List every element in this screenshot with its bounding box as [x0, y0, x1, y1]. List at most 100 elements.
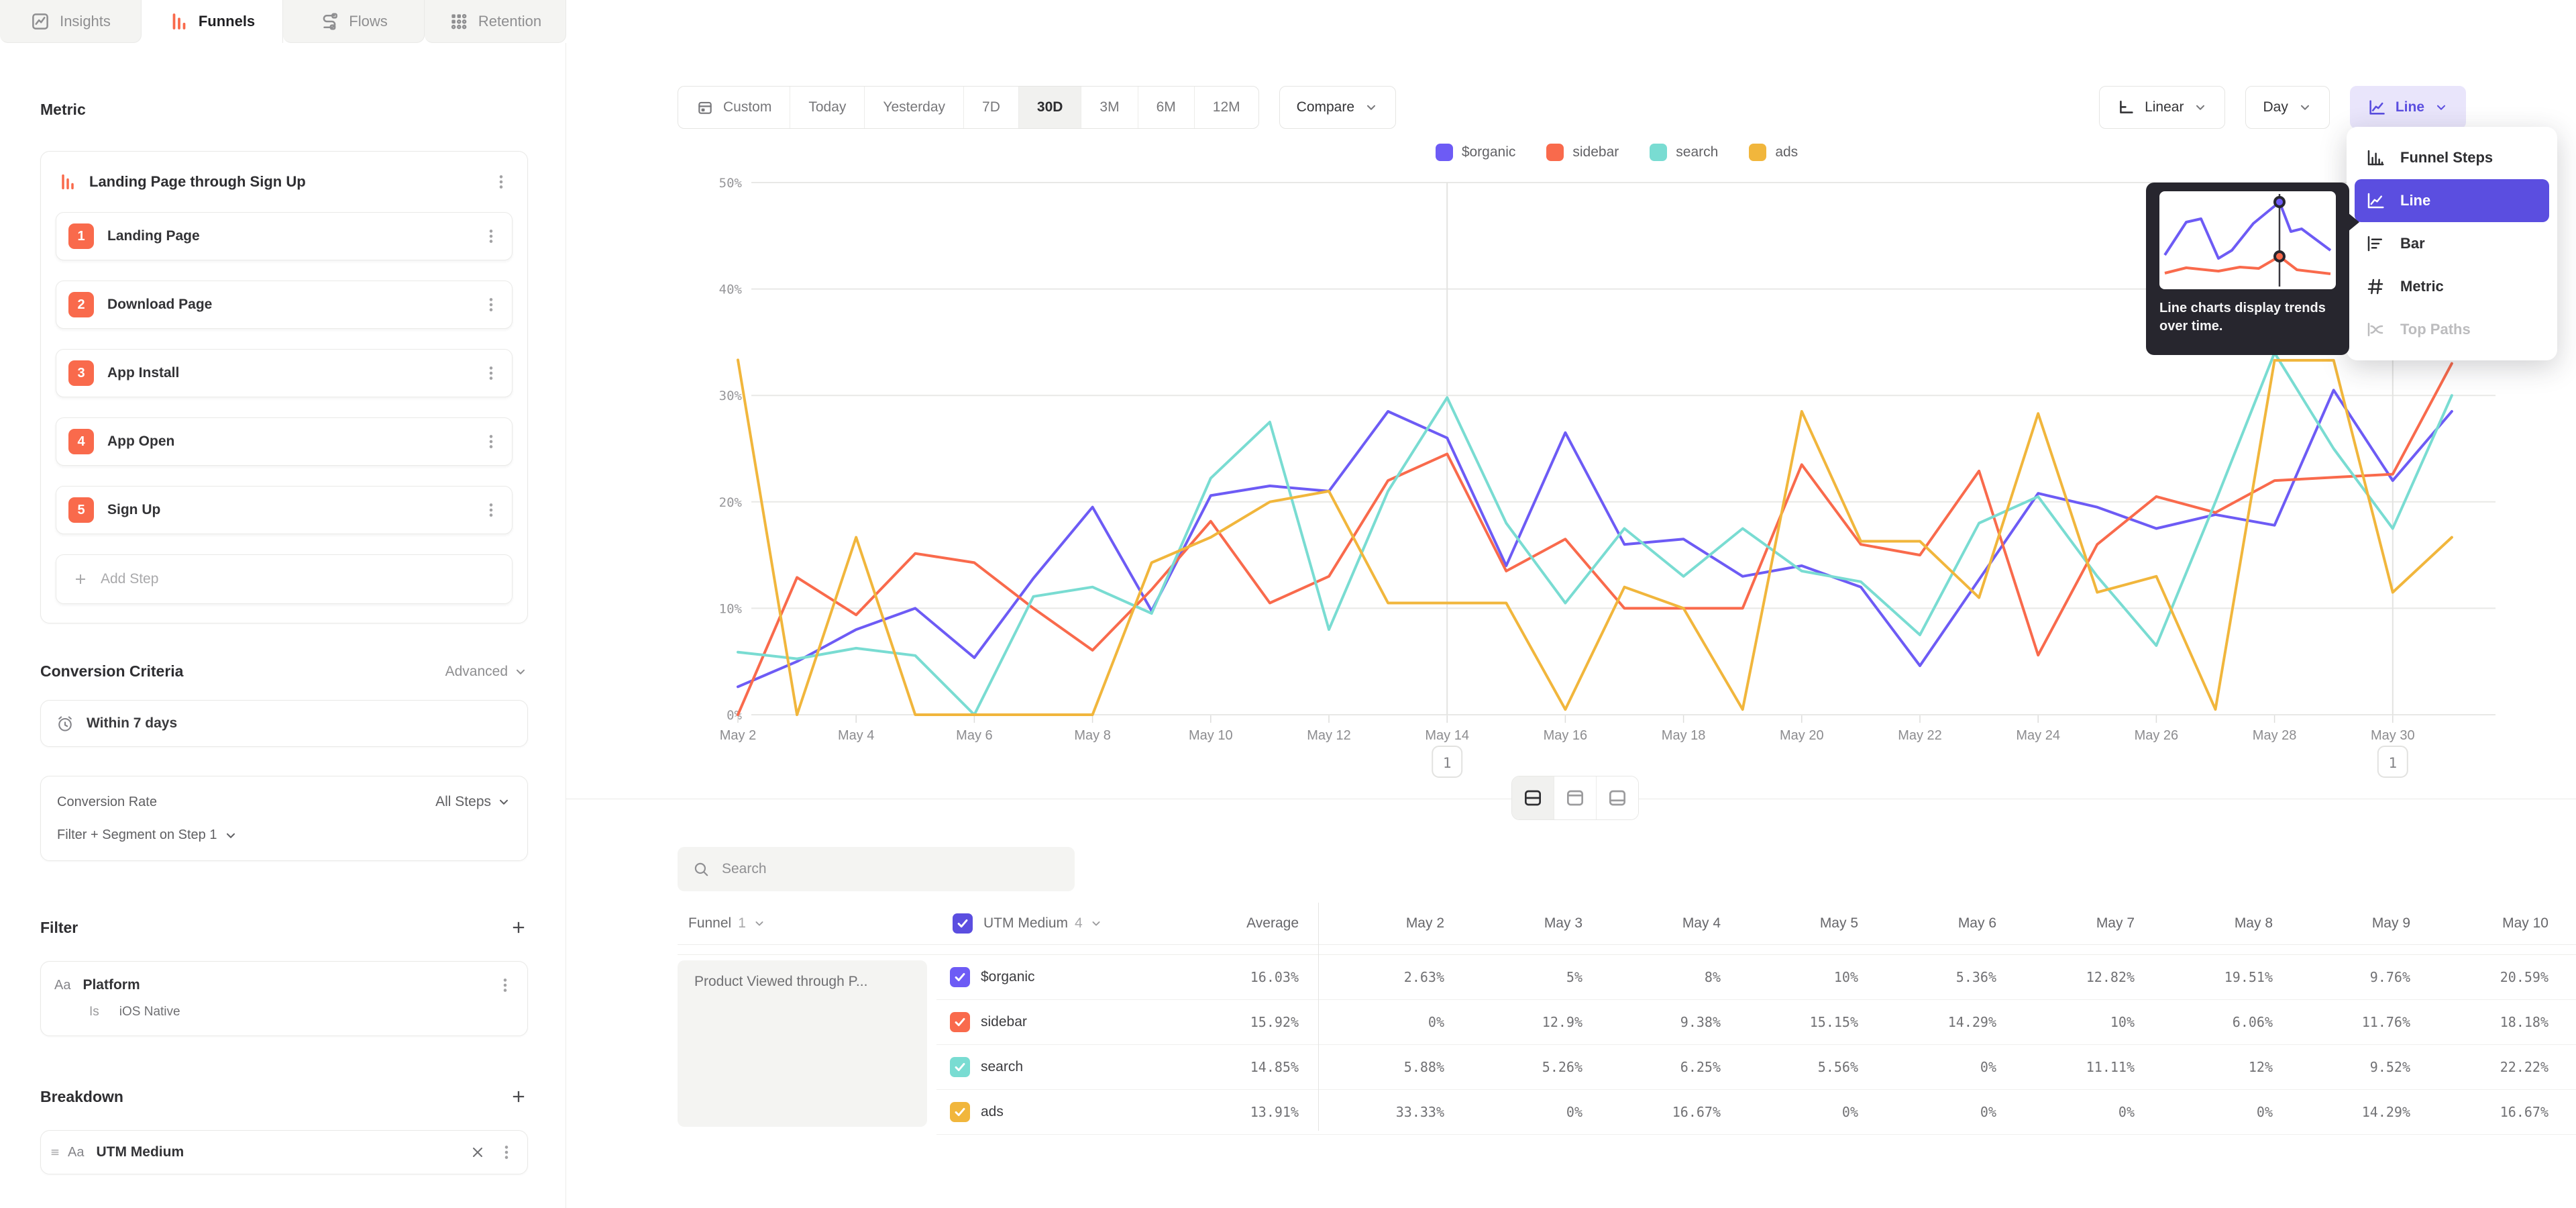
annotation-badge[interactable]: 1: [2378, 746, 2408, 777]
date-column-header[interactable]: May 9: [2283, 903, 2410, 944]
filter-property-name[interactable]: Platform: [83, 977, 496, 993]
date-header-label: May 3: [1544, 915, 1582, 932]
annotation-badge[interactable]: 1: [1432, 746, 1462, 777]
date-column-header[interactable]: May 4: [1593, 903, 1721, 944]
date-column-header[interactable]: May 8: [2145, 903, 2273, 944]
table-row-ads[interactable]: ads13.91%33.33%0%16.67%0%0%0%0%14.29%16.…: [936, 1090, 2576, 1135]
advanced-dropdown[interactable]: Advanced: [445, 664, 528, 680]
range-custom-button[interactable]: Custom: [678, 87, 790, 128]
range-3m-button[interactable]: 3M: [1081, 87, 1138, 128]
kebab-icon[interactable]: [482, 364, 500, 382]
svg-text:May 4: May 4: [838, 728, 874, 743]
select-all-checkbox[interactable]: [953, 913, 973, 934]
date-column-header[interactable]: May 3: [1455, 903, 1582, 944]
kebab-icon[interactable]: [498, 1144, 515, 1161]
row-checkbox[interactable]: [950, 1012, 970, 1032]
conversion-window-label: Within 7 days: [87, 715, 177, 732]
date-column-header[interactable]: May 2: [1317, 903, 1444, 944]
legend-item-ads[interactable]: ads: [1749, 144, 1798, 161]
date-column-header[interactable]: May 5: [1731, 903, 1858, 944]
funnel-step-3[interactable]: 3App Install: [56, 349, 513, 397]
step-number-badge: 3: [68, 360, 94, 386]
funnel-steps-icon: [2365, 148, 2385, 168]
legend-item-search[interactable]: search: [1650, 144, 1718, 161]
tab-flows[interactable]: Flows: [283, 0, 425, 43]
funnel-step-2[interactable]: 2Download Page: [56, 281, 513, 329]
table-row--organic[interactable]: $organic16.03%2.63%5%8%10%5.36%12.82%19.…: [936, 955, 2576, 1000]
range-6m-button[interactable]: 6M: [1138, 87, 1195, 128]
average-column-header[interactable]: Average: [1171, 903, 1299, 944]
menu-item-line[interactable]: Line: [2355, 179, 2549, 222]
svg-text:May 22: May 22: [1898, 728, 1942, 743]
table-header-row: Funnel 1 UTM Medium 4 Average May 2 May 3…: [678, 903, 2576, 945]
chart-type-dropdown-button[interactable]: Line: [2350, 86, 2466, 129]
filter-segment-dropdown[interactable]: Filter + Segment on Step 1: [57, 827, 511, 843]
tooltip-preview-chart: [2159, 191, 2336, 289]
range-yesterday-button[interactable]: Yesterday: [865, 87, 964, 128]
funnel-step-1[interactable]: 1Landing Page: [56, 212, 513, 260]
date-column-header[interactable]: May 7: [2007, 903, 2135, 944]
conversion-window-button[interactable]: Within 7 days: [40, 700, 528, 747]
legend-item--organic[interactable]: $organic: [1436, 144, 1516, 161]
text-property-icon: Aa: [68, 1145, 84, 1160]
tab-retention[interactable]: Retention: [425, 0, 566, 43]
chevron-down-icon: [2298, 100, 2312, 115]
split-view-toggle[interactable]: [1512, 776, 1554, 819]
table-search-input[interactable]: Search: [678, 847, 1075, 891]
row-checkbox[interactable]: [950, 1057, 970, 1077]
funnel-count: 1: [738, 915, 746, 932]
add-filter-button[interactable]: [509, 918, 528, 937]
funnel-column-header[interactable]: Funnel 1: [688, 903, 766, 944]
range-today-button[interactable]: Today: [790, 87, 865, 128]
menu-item-metric[interactable]: Metric: [2355, 265, 2549, 308]
funnel-step-4[interactable]: 4App Open: [56, 417, 513, 466]
legend-label: search: [1676, 144, 1718, 160]
chart-only-view-toggle[interactable]: [1554, 776, 1597, 819]
menu-item-funnel-steps[interactable]: Funnel Steps: [2355, 136, 2549, 179]
tab-insights[interactable]: Insights: [0, 0, 142, 43]
date-column-header[interactable]: May 10: [2421, 903, 2548, 944]
segment-name: ads: [981, 1090, 1004, 1134]
menu-item-bar[interactable]: Bar: [2355, 222, 2549, 265]
filter-value[interactable]: iOS Native: [119, 1005, 180, 1019]
funnel-step-5[interactable]: 5Sign Up: [56, 486, 513, 534]
range-label: Yesterday: [883, 99, 945, 115]
row-checkbox[interactable]: [950, 1102, 970, 1122]
range-label: Today: [808, 99, 846, 115]
scale-dropdown-button[interactable]: Linear: [2099, 86, 2225, 129]
table-only-view-toggle[interactable]: [1597, 776, 1638, 819]
drag-handle-icon[interactable]: [48, 1145, 62, 1160]
legend-item-sidebar[interactable]: sidebar: [1546, 144, 1619, 161]
kebab-icon[interactable]: [496, 976, 514, 994]
kebab-icon[interactable]: [482, 501, 500, 519]
insights-icon: [30, 11, 50, 32]
range-label: 6M: [1157, 99, 1176, 115]
svg-text:May 30: May 30: [2371, 728, 2415, 743]
kebab-icon[interactable]: [482, 433, 500, 450]
range-12m-button[interactable]: 12M: [1195, 87, 1258, 128]
breakdown-column-header[interactable]: UTM Medium 4: [953, 903, 1103, 944]
cell-value: 19.51%: [2145, 955, 2273, 999]
add-step-button[interactable]: Add Step: [56, 554, 513, 604]
table-row-search[interactable]: search14.85%5.88%5.26%6.25%5.56%0%11.11%…: [936, 1045, 2576, 1090]
all-steps-dropdown[interactable]: All Steps: [435, 794, 511, 810]
kebab-icon[interactable]: [482, 296, 500, 313]
date-column-header[interactable]: May 6: [1869, 903, 1996, 944]
add-breakdown-button[interactable]: [509, 1087, 528, 1106]
kebab-icon[interactable]: [482, 228, 500, 245]
filter-operator[interactable]: Is: [89, 1005, 99, 1019]
range-7d-button[interactable]: 7D: [964, 87, 1019, 128]
filter-segment-label: Filter + Segment on Step 1: [57, 827, 217, 843]
metric-card-header[interactable]: Landing Page through Sign Up: [56, 152, 513, 212]
table-row-sidebar[interactable]: sidebar15.92%0%12.9%9.38%15.15%14.29%10%…: [936, 1000, 2576, 1045]
breakdown-property-name[interactable]: UTM Medium: [96, 1144, 470, 1160]
row-checkbox[interactable]: [950, 967, 970, 987]
kebab-icon[interactable]: [492, 173, 510, 191]
range-30d-button[interactable]: 30D: [1019, 87, 1082, 128]
remove-breakdown-icon[interactable]: [470, 1144, 486, 1160]
chevron-down-icon: [753, 917, 766, 930]
tab-funnels[interactable]: Funnels: [142, 0, 283, 43]
compare-button[interactable]: Compare: [1279, 86, 1396, 129]
interval-dropdown-button[interactable]: Day: [2245, 86, 2329, 129]
step-label: Sign Up: [107, 502, 469, 518]
